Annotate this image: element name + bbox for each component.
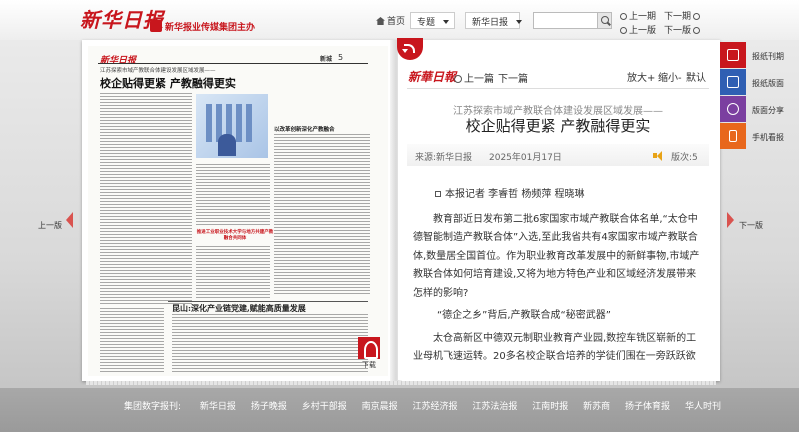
lower-article-text[interactable] — [172, 314, 368, 372]
footer-link[interactable]: 江南时报 — [532, 402, 568, 412]
newspaper-page-image[interactable]: 新华日报 新城 5 江苏探索市域产教联合体建设发展区域发展—— 校企贴得更紧 产… — [88, 46, 388, 376]
home-label: 首页 — [387, 17, 406, 27]
article-paragraph: 教育部近日发布第二批6家国家市域产教联合体名单,“太仓中德智能制造产教联合体”入… — [413, 213, 700, 299]
side-headline[interactable]: 以改革创新深化产教融合 — [274, 125, 335, 133]
tool-share[interactable] — [720, 96, 746, 122]
footer-link[interactable]: 扬子晚报 — [251, 402, 287, 412]
home-link[interactable]: 首页 — [376, 14, 405, 27]
article-illustration — [196, 94, 268, 158]
footer-link[interactable]: 新华日报 — [200, 402, 236, 412]
article-logo: 新華日報 — [408, 70, 457, 84]
circle-arrow-right-icon — [693, 27, 701, 34]
middle-column-text[interactable] — [196, 164, 270, 226]
share-icon — [727, 103, 739, 115]
circle-arrow-right-icon — [693, 13, 701, 20]
download-pdf-button[interactable]: 下载 — [358, 337, 380, 371]
footer-link[interactable]: 江苏经济报 — [412, 402, 457, 412]
prev-page-side-label[interactable]: 上一版 — [38, 220, 62, 231]
lower-left-text[interactable] — [100, 308, 164, 372]
calendar-icon — [727, 49, 739, 61]
page-number: 5 — [338, 53, 344, 62]
article-date: 2025年01月17日 — [489, 153, 562, 163]
top-bar: 新华日报 新华报业传媒集团主办 首页 专题 新华日报 上一期 下一期 上一版 下… — [0, 0, 799, 40]
footer-link[interactable]: 乡村干部报 — [302, 402, 347, 412]
article-paragraph: 太仓高新区中德双元制职业教育产业园,数控车铣区崭新的工业母机飞速运转。20多名校… — [413, 332, 697, 363]
footer-link[interactable]: 扬子体育报 — [625, 402, 670, 412]
tool-list[interactable] — [720, 69, 746, 95]
next-page-arrow-icon[interactable] — [727, 212, 734, 228]
page-masthead: 新华日报 — [100, 56, 137, 66]
group-logo-icon — [150, 20, 162, 32]
search-button[interactable] — [597, 12, 612, 29]
next-issue-link[interactable]: 下一期 — [664, 9, 702, 22]
article-title: 校企贴得更紧 产教融得更实 — [465, 117, 651, 135]
paper-select[interactable]: 新华日报 — [465, 12, 523, 29]
sub-rule — [168, 301, 368, 302]
next-issue-label: 下一期 — [664, 12, 692, 22]
footer-link[interactable]: 江苏法治报 — [472, 402, 517, 412]
pdf-icon — [358, 337, 380, 359]
page-rule — [98, 63, 368, 64]
article-header-rule — [407, 88, 709, 89]
download-label: 下载 — [362, 361, 376, 369]
site-slogan: 新华报业传媒集团主办 — [150, 20, 255, 33]
tool-list-label[interactable]: 报纸版面 — [752, 78, 784, 89]
search-input[interactable] — [533, 12, 598, 29]
footer-link[interactable]: 华人时刊 — [685, 402, 721, 412]
tool-calendar-label[interactable]: 报纸刊期 — [752, 51, 784, 62]
topic-select-value: 专题 — [417, 18, 436, 28]
footer: 集团数字报刊: 新华日报 扬子晚报 乡村干部报 南京晨报 江苏经济报 江苏法治报… — [0, 388, 799, 432]
tool-phone[interactable] — [720, 123, 746, 149]
chevron-down-icon — [443, 20, 450, 24]
article-subhead: “德企之乡”背后,产教联合成“秘密武器” — [437, 310, 611, 321]
article-edition: 版次:5 — [671, 153, 698, 163]
next-page-top-label: 下一版 — [664, 26, 692, 36]
speaker-icon[interactable] — [653, 151, 665, 161]
article-byline: 本报记者 李睿哲 杨频萍 程晓琳 — [413, 186, 703, 205]
chevron-down-icon — [516, 20, 523, 24]
footer-lead: 集团数字报刊: — [124, 402, 182, 412]
prev-issue-link[interactable]: 上一期 — [620, 9, 656, 22]
zoom-out-button[interactable]: 缩小- — [658, 69, 682, 84]
middle-caption: 推进工业职业技术大学与地方共建产教融合共同体 — [196, 230, 274, 241]
tool-phone-label[interactable]: 手机看报 — [752, 132, 784, 143]
slogan-text: 新华报业传媒集团主办 — [165, 23, 256, 33]
next-page-side-label[interactable]: 下一版 — [739, 220, 763, 231]
side-column-text[interactable] — [274, 134, 370, 294]
prev-article-label: 上一篇 — [464, 74, 494, 85]
prev-issue-label: 上一期 — [629, 12, 657, 22]
tool-calendar[interactable] — [720, 42, 746, 68]
paper-select-value: 新华日报 — [472, 18, 509, 28]
circle-arrow-left-icon — [454, 75, 462, 83]
article-body[interactable]: 本报记者 李睿哲 杨频萍 程晓琳 教育部近日发布第二批6家国家市域产教联合体名单… — [407, 186, 709, 366]
zoom-default-button[interactable]: 默认 — [686, 69, 706, 84]
article-source: 来源:新华日报 — [415, 153, 473, 163]
prev-article-link[interactable]: 上一篇 — [454, 70, 494, 85]
footer-link[interactable]: 新苏商 — [583, 402, 610, 412]
home-icon — [376, 17, 385, 25]
page-kicker: 江苏探索市域产教联合体建设发展区域发展—— — [100, 68, 216, 74]
footer-links: 集团数字报刊: 新华日报 扬子晚报 乡村干部报 南京晨报 江苏经济报 江苏法治报… — [124, 399, 733, 412]
circle-arrow-left-icon — [620, 27, 627, 34]
footer-link[interactable]: 南京晨报 — [362, 402, 398, 412]
page-headline[interactable]: 校企贴得更紧 产教融得更实 — [100, 75, 236, 91]
zoom-in-button[interactable]: 放大+ — [627, 69, 655, 84]
middle-lower-text[interactable] — [196, 246, 270, 298]
bullet-square-icon — [435, 191, 441, 197]
prev-page-arrow-icon[interactable] — [66, 212, 73, 228]
prev-page-top-link[interactable]: 上一版 — [620, 23, 656, 36]
list-icon — [727, 76, 739, 88]
page-section: 新城 — [320, 56, 333, 63]
prev-page-top-label: 上一版 — [629, 26, 657, 36]
sub-headline[interactable]: 昆山:深化产业链党建,赋能高质量发展 — [172, 303, 306, 314]
next-article-link[interactable]: 下一篇 — [498, 70, 528, 85]
topic-select[interactable]: 专题 — [410, 12, 455, 29]
next-article-label: 下一篇 — [498, 74, 528, 85]
phone-icon — [729, 130, 737, 142]
next-page-top-link[interactable]: 下一版 — [664, 23, 702, 36]
circle-arrow-left-icon — [620, 13, 627, 20]
tool-share-label[interactable]: 版面分享 — [752, 105, 784, 116]
byline-text: 本报记者 李睿哲 杨频萍 程晓琳 — [445, 189, 585, 200]
article-column-text[interactable] — [100, 93, 192, 305]
